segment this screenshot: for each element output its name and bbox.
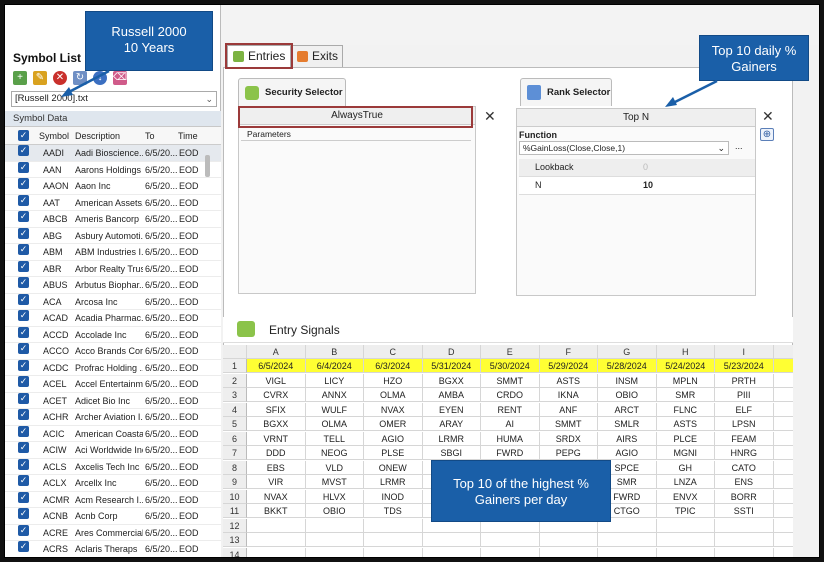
arrow-line [66,69,110,95]
app-window: Symbol List + ✎ ✕ ↻ ↓ ⌫ [Russell 2000].t… [4,4,820,558]
callout-arrows [61,69,718,107]
arrow-line [672,79,718,105]
arrow-head [61,87,73,97]
arrow-head [665,97,677,107]
